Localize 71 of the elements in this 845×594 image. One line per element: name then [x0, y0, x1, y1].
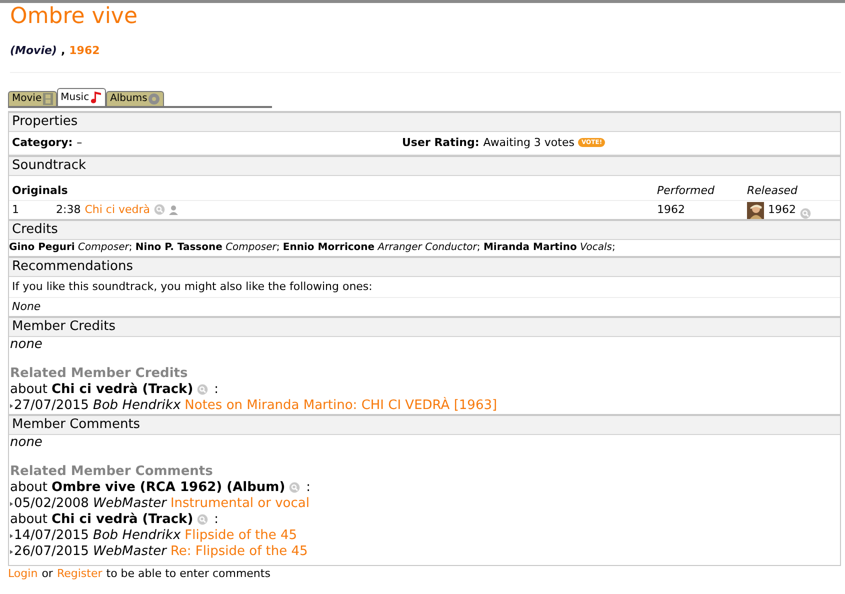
colon: :	[306, 480, 311, 496]
section-header: Credits	[9, 218, 840, 240]
entry-date: 05/02/2008	[14, 496, 89, 512]
bullet-icon	[10, 534, 13, 538]
magnifier-icon[interactable]	[197, 514, 208, 525]
rating-value: Awaiting 3 votes	[483, 134, 574, 150]
section-header: Recommendations	[9, 256, 840, 276]
music-note-icon	[91, 90, 102, 104]
about-label: about	[10, 512, 48, 528]
released-year: 1962	[768, 202, 796, 218]
tab[interactable]: Albums	[106, 90, 164, 106]
media-type: (Movie)	[10, 43, 57, 59]
entry-date: 26/07/2015	[14, 544, 89, 560]
empty-note: none	[10, 434, 44, 450]
about-subject[interactable]: Ombre vive (RCA 1962) (Album)	[52, 480, 286, 496]
about-subject[interactable]: Chi ci vedrà (Track)	[52, 512, 194, 528]
entry-author: WebMaster	[92, 544, 166, 560]
about-label: about	[10, 480, 48, 496]
colon: :	[214, 382, 219, 398]
entry-author: Bob Hendrikx	[92, 398, 181, 414]
section-header: Properties	[9, 110, 840, 132]
column-header: Performed	[657, 182, 716, 198]
or-text: or	[42, 566, 53, 580]
empty-note: none	[10, 336, 44, 352]
credits-text: Gino Peguri Composer; Nino P. Tassone Composer; Ennio Morricone Arranger Conductor; Miranda Martino Vocals;	[9, 240, 616, 254]
page-title: Ombre vive	[10, 4, 138, 30]
performed-year: 1962	[657, 202, 686, 218]
about-label: about	[10, 382, 48, 398]
film-icon	[42, 92, 53, 104]
colon: :	[214, 512, 219, 528]
entry-date: 14/07/2015	[14, 528, 89, 544]
about-subject[interactable]: Chi ci vedrà (Track)	[52, 382, 194, 398]
disc-icon	[148, 92, 160, 104]
recommendations-empty: None	[11, 298, 42, 314]
category-label: Category:	[12, 134, 73, 150]
bullet-icon	[10, 404, 13, 408]
column-header: Released	[747, 182, 798, 198]
tab[interactable]: Movie	[8, 90, 57, 106]
track-duration: 2:38	[56, 202, 81, 218]
entry-link[interactable]: Re: Flipside of the 45	[170, 544, 308, 560]
entry-link[interactable]: Flipside of the 45	[184, 528, 298, 544]
entry-author: WebMaster	[92, 496, 166, 512]
tab[interactable]: Music	[56, 88, 106, 106]
recommendations-intro: If you like this soundtrack, you might also like the following ones:	[9, 276, 840, 298]
related-heading: Related Member Comments	[10, 464, 214, 480]
year-link[interactable]: 1962	[69, 43, 100, 60]
section-header: Member Credits	[9, 316, 840, 336]
comments-note: to be able to enter comments	[106, 566, 270, 580]
login-link[interactable]: Login	[8, 566, 38, 580]
entry-link[interactable]: Instrumental or vocal	[170, 496, 310, 512]
separator: ,	[60, 43, 66, 59]
category-value: –	[76, 134, 82, 150]
column-header: Originals	[12, 182, 69, 198]
entry-date: 27/07/2015	[14, 398, 89, 414]
rating-label: User Rating:	[402, 134, 480, 150]
track-number: 1	[12, 202, 20, 218]
register-link[interactable]: Register	[56, 566, 102, 580]
cover-thumbnail[interactable]	[747, 202, 764, 218]
related-heading: Related Member Credits	[10, 366, 189, 382]
magnifier-icon[interactable]	[197, 384, 208, 395]
bullet-icon	[10, 550, 13, 554]
person-icon[interactable]	[169, 204, 178, 214]
entry-link[interactable]: Notes on Miranda Martino: CHI CI VEDRÀ [1963]	[184, 398, 498, 414]
section-header: Soundtrack	[9, 154, 840, 176]
entry-author: Bob Hendrikx	[92, 528, 181, 544]
magnifier-icon[interactable]	[800, 208, 811, 218]
bullet-icon	[10, 502, 13, 506]
magnifier-icon[interactable]	[154, 204, 166, 215]
magnifier-icon[interactable]	[289, 482, 300, 493]
track-title[interactable]: Chi ci vedrà	[84, 200, 150, 218]
section-header: Member Comments	[9, 414, 840, 434]
